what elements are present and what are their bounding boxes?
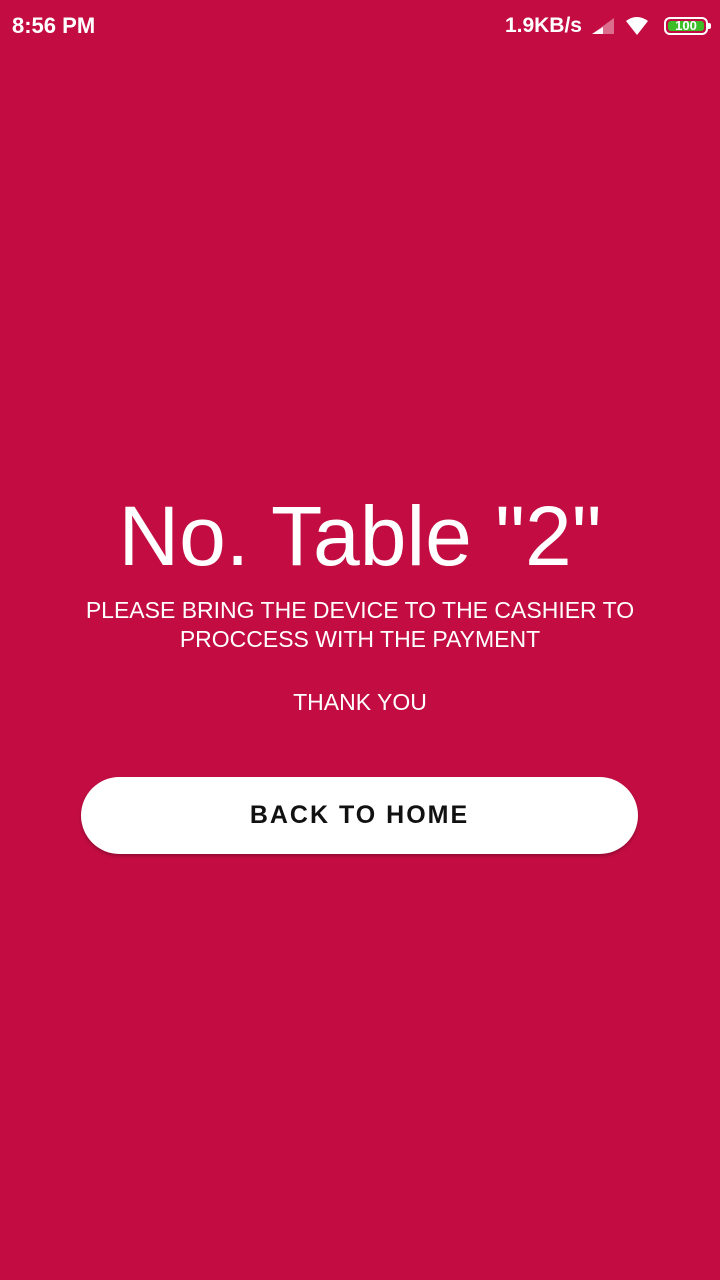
signal-icon — [590, 16, 616, 36]
payment-instruction: PLEASE BRING THE DEVICE TO THE CASHIER T… — [85, 597, 635, 652]
confirmation-panel: No. Table "2" PLEASE BRING THE DEVICE TO… — [0, 488, 720, 717]
status-time: 8:56 PM — [12, 13, 96, 38]
network-speed: 1.9KB/s — [504, 14, 582, 37]
thank-you-text: THANK YOU — [293, 689, 427, 715]
battery-level: 100 — [675, 18, 697, 33]
status-icons: 1.9KB/s 100 — [504, 12, 711, 40]
back-to-home-button[interactable]: BACK TO HOME — [81, 777, 638, 854]
table-number-title: No. Table "2" — [118, 489, 602, 583]
wifi-icon — [624, 16, 650, 36]
status-bar: 8:56 PM 1.9KB/s 100 — [0, 0, 720, 52]
battery-icon: 100 — [664, 17, 711, 35]
